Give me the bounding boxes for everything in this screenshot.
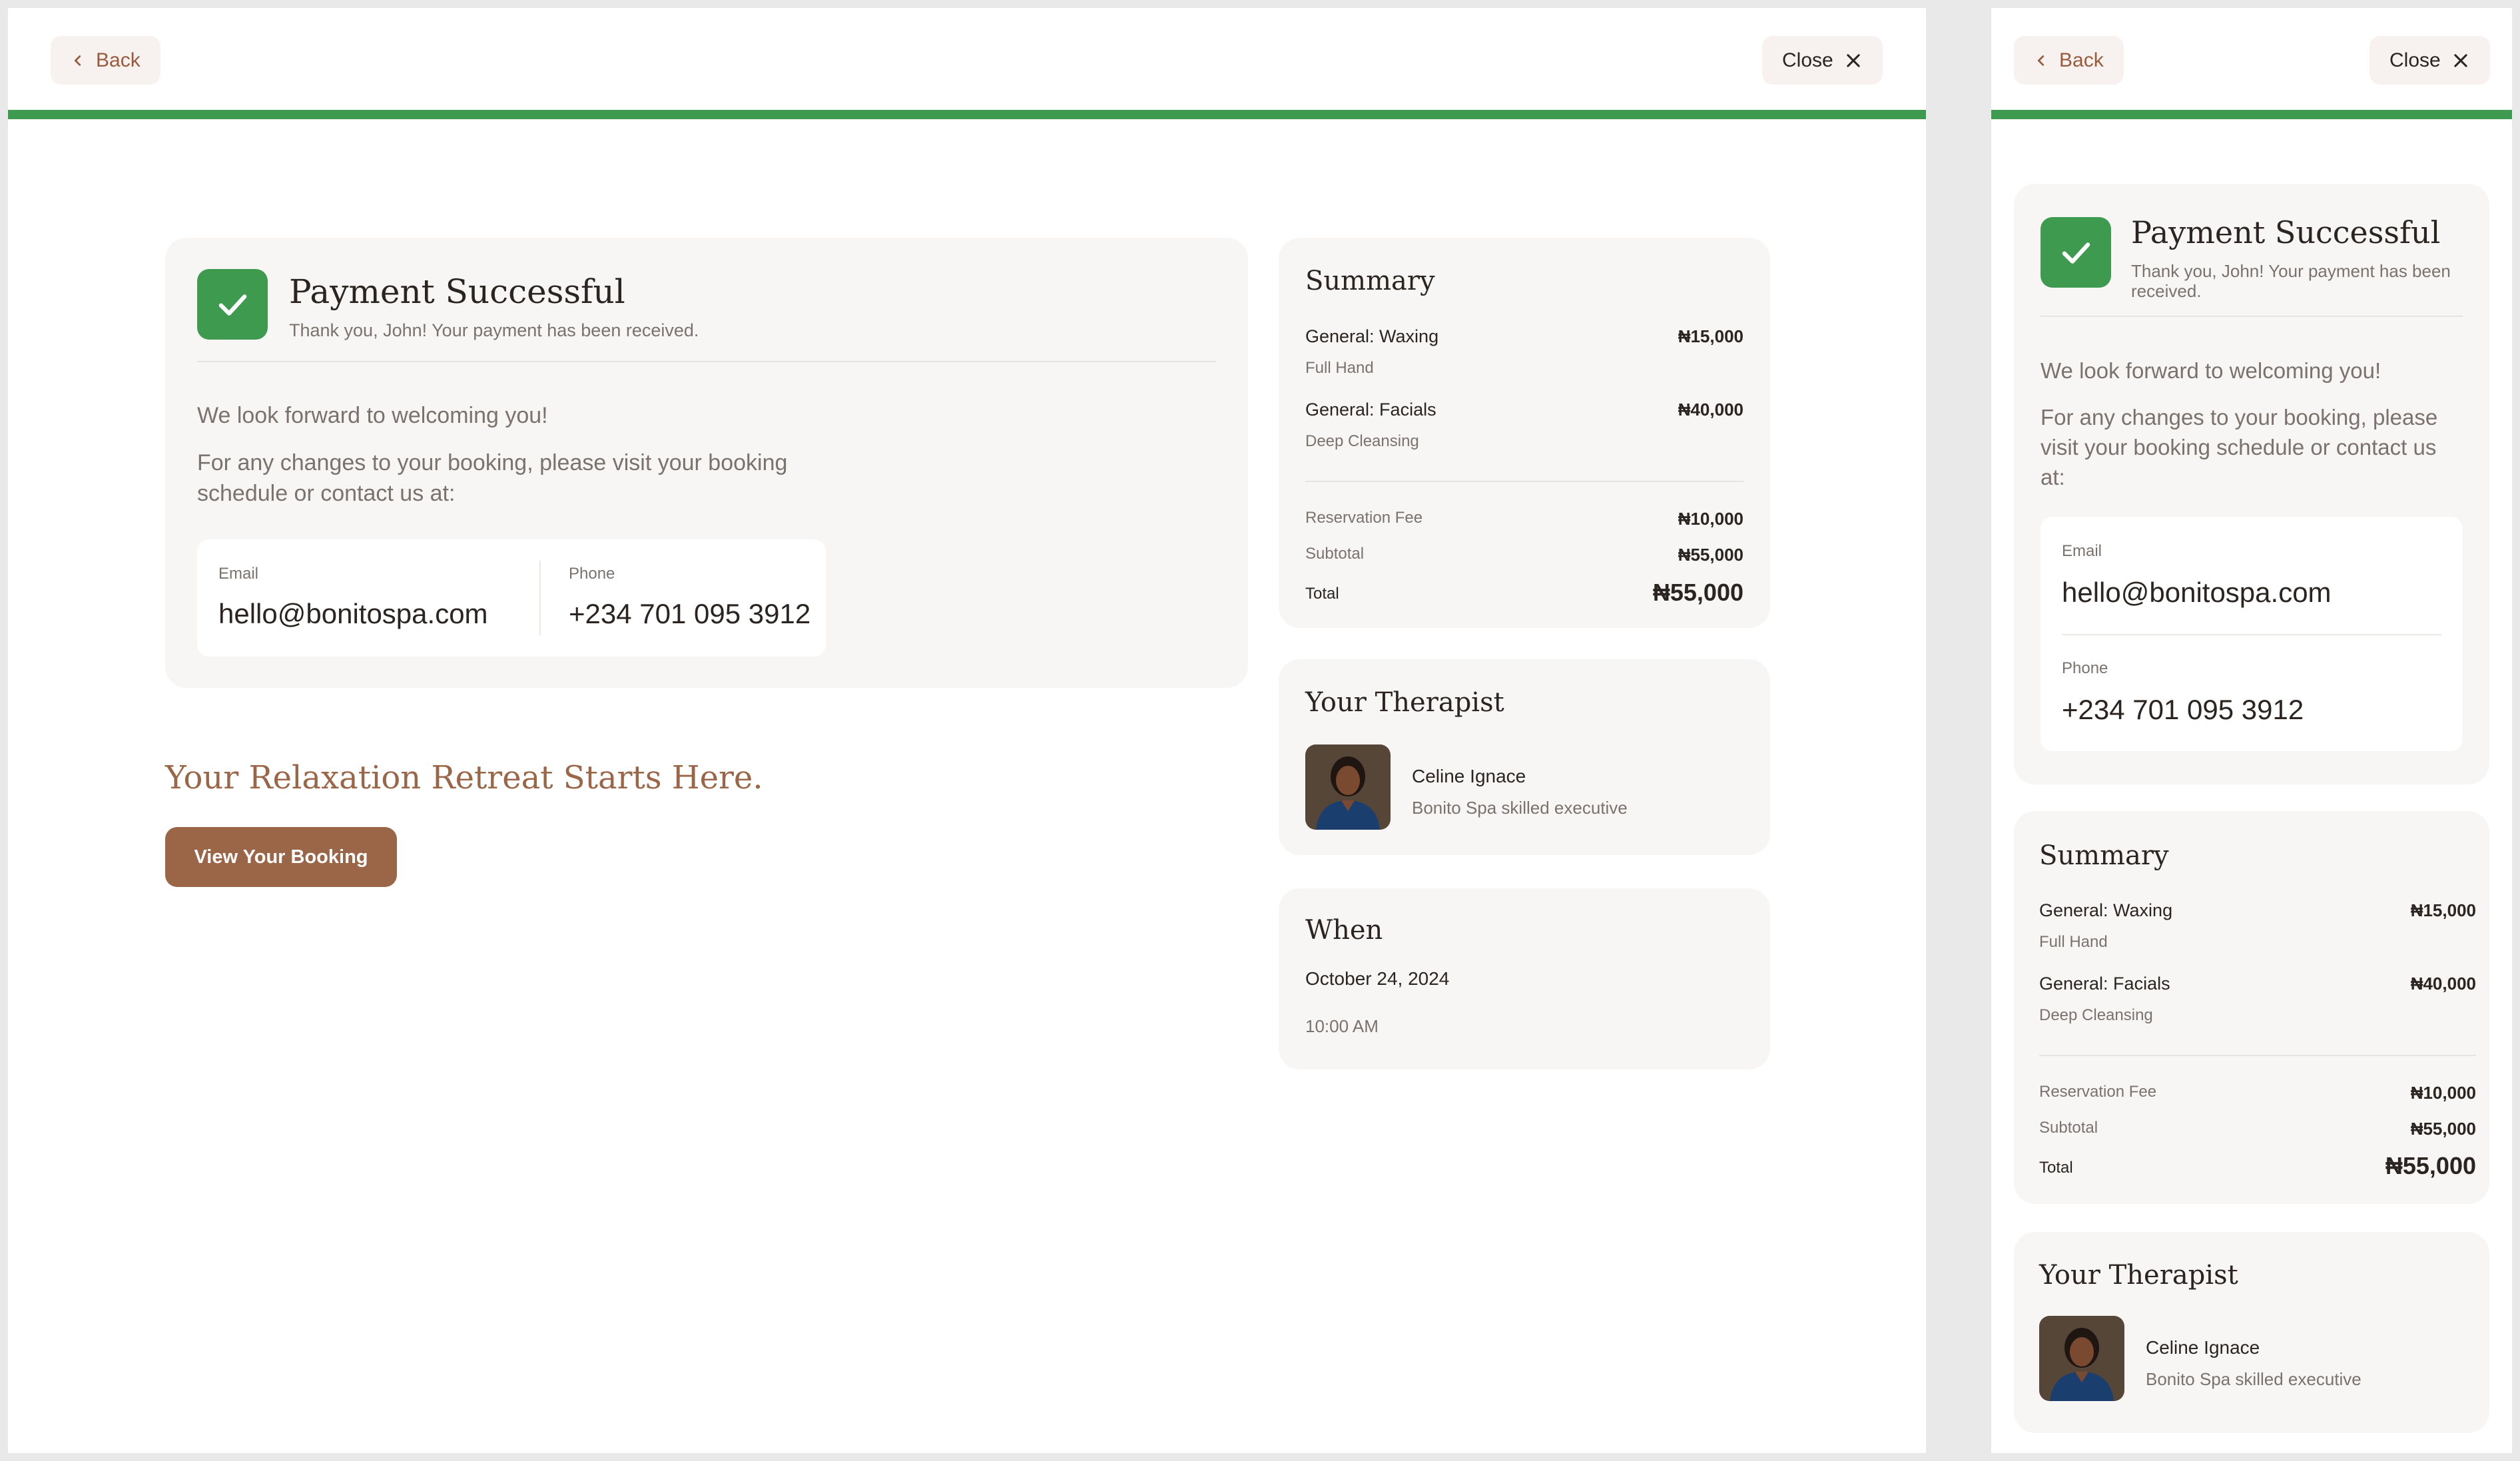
therapist-title: Your Therapist: [1305, 687, 1504, 718]
changes-note: For any changes to your booking, please …: [2041, 405, 2438, 489]
back-button[interactable]: Back: [51, 36, 160, 85]
summary-item-detail: Full Hand: [1305, 359, 1374, 377]
summary-item-detail: Deep Cleansing: [1305, 432, 1419, 450]
close-label: Close: [2389, 49, 2441, 71]
email-link[interactable]: hello@bonitospa.com: [2062, 577, 2332, 609]
changes-note: For any changes to your booking, please …: [197, 450, 788, 506]
payment-title: Payment Successful: [2131, 214, 2441, 250]
total-value: ₦55,000: [1652, 579, 1743, 606]
close-label: Close: [1782, 49, 1833, 71]
therapist-name: Celine Ignace: [1412, 766, 1526, 786]
total-label: Total: [2039, 1159, 2073, 1177]
check-icon: [218, 294, 246, 316]
payment-subtitle: Thank you, John! Your payment has been r…: [289, 320, 699, 340]
therapist-name: Celine Ignace: [2146, 1337, 2260, 1358]
contact-box: Email hello@bonitospa.com Phone +234 701…: [2041, 517, 2463, 751]
back-button[interactable]: Back: [2014, 36, 2124, 85]
when-time: 10:00 AM: [1305, 1016, 1379, 1036]
contact-box: Email hello@bonitospa.com Phone +234 701…: [197, 539, 826, 657]
summary-item-name: General: Waxing: [2039, 900, 2173, 920]
back-label: Back: [2059, 49, 2104, 71]
email-link[interactable]: hello@bonitospa.com: [218, 598, 488, 630]
when-card: When October 24, 2024 10:00 AM: [1279, 888, 1770, 1069]
back-label: Back: [96, 49, 141, 71]
progress-fill: [1991, 110, 2512, 119]
retreat-headline: Your Relaxation Retreat Starts Here.: [165, 759, 763, 796]
summary-item-price: ₦40,000: [1678, 400, 1743, 420]
payment-card: Payment Successful Thank you, John! Your…: [2014, 184, 2489, 784]
email-label: Email: [2062, 542, 2102, 560]
reservation-value: ₦10,000: [1678, 509, 1743, 529]
therapist-avatar: [2039, 1316, 2124, 1401]
payment-card: Payment Successful Thank you, John! Your…: [165, 238, 1248, 688]
payment-subtitle: Thank you, John! Your payment has been r…: [2131, 261, 2451, 301]
phone-label: Phone: [2062, 659, 2108, 677]
when-date: October 24, 2024: [1305, 968, 1450, 989]
subtotal-label: Subtotal: [2039, 1119, 2098, 1137]
summary-title: Summary: [2039, 840, 2169, 871]
progress-bar: [8, 110, 1926, 119]
summary-item-price: ₦40,000: [2410, 974, 2476, 994]
close-button[interactable]: Close: [1762, 36, 1883, 85]
email-label: Email: [218, 565, 259, 583]
therapist-card: Your Therapist Celine Ignace Bonito Spa …: [1279, 659, 1770, 855]
subtotal-value: ₦55,000: [1678, 545, 1743, 565]
desktop-frame: Back Close Payment Successful Thank you,…: [8, 8, 1926, 1453]
close-button[interactable]: Close: [2369, 36, 2490, 85]
therapist-role: Bonito Spa skilled executive: [1412, 798, 1628, 818]
summary-item-detail: Deep Cleansing: [2039, 1006, 2153, 1024]
close-icon: [2454, 53, 2467, 67]
payment-divider: [197, 361, 1216, 362]
summary-item-name: General: Waxing: [1305, 326, 1439, 346]
summary-item-name: General: Facials: [1305, 400, 1436, 420]
phone-link[interactable]: +234 701 095 3912: [569, 598, 810, 630]
summary-title: Summary: [1305, 266, 1435, 296]
total-value: ₦55,000: [2385, 1152, 2476, 1179]
summary-divider: [2039, 1055, 2476, 1056]
phone-link[interactable]: +234 701 095 3912: [2062, 694, 2304, 726]
total-label: Total: [1305, 585, 1339, 603]
reservation-label: Reservation Fee: [1305, 509, 1423, 527]
close-icon: [1847, 53, 1860, 67]
subtotal-value: ₦55,000: [2410, 1119, 2476, 1139]
payment-title: Payment Successful: [289, 272, 625, 311]
reservation-label: Reservation Fee: [2039, 1083, 2157, 1101]
success-check: [197, 269, 268, 340]
summary-item-detail: Full Hand: [2039, 933, 2108, 951]
summary-card: Summary General: Waxing ₦15,000 Full Han…: [2014, 811, 2489, 1204]
success-check: [2041, 217, 2111, 288]
summary-item-price: ₦15,000: [2410, 900, 2476, 920]
payment-divider: [2041, 316, 2463, 317]
welcome-text: We look forward to welcoming you!: [197, 403, 548, 428]
therapist-title: Your Therapist: [2039, 1260, 2238, 1291]
phone-label: Phone: [569, 565, 615, 583]
chevron-left-icon: [74, 55, 81, 66]
contact-separator: [539, 561, 541, 635]
therapist-avatar: [1305, 744, 1391, 830]
mobile-frame: Back Close Payment Successful Thank you,…: [1991, 8, 2512, 1453]
contact-separator: [2062, 634, 2441, 635]
check-icon: [2062, 242, 2090, 264]
progress-fill: [8, 110, 1926, 119]
summary-card: Summary General: Waxing ₦15,000 Full Han…: [1279, 238, 1770, 628]
when-title: When: [1305, 915, 1383, 946]
summary-item-name: General: Facials: [2039, 974, 2170, 994]
summary-divider: [1305, 481, 1743, 482]
summary-item-price: ₦15,000: [1678, 326, 1743, 346]
therapist-role: Bonito Spa skilled executive: [2146, 1369, 2362, 1389]
progress-bar: [1991, 110, 2512, 119]
chevron-left-icon: [2037, 55, 2045, 66]
welcome-text: We look forward to welcoming you!: [2041, 358, 2381, 383]
therapist-card: Your Therapist Celine Ignace Bonito Spa …: [2014, 1232, 2489, 1433]
view-booking-button[interactable]: View Your Booking: [165, 827, 397, 887]
subtotal-label: Subtotal: [1305, 545, 1365, 563]
reservation-value: ₦10,000: [2410, 1083, 2476, 1103]
